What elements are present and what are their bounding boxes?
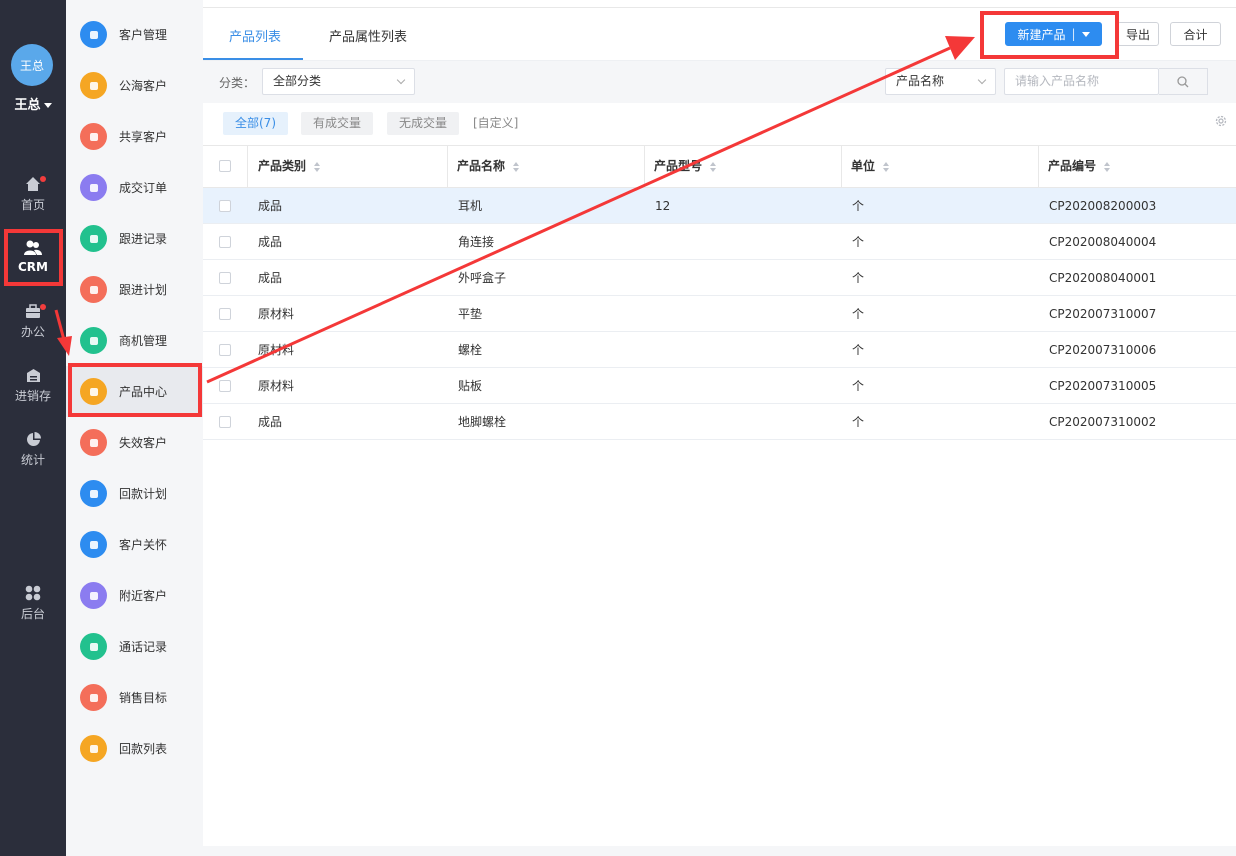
annotation-arrow	[54, 309, 66, 341]
arrow-head-icon	[57, 336, 72, 356]
annotation-arrow	[206, 46, 951, 384]
annotation-arrows	[54, 36, 975, 384]
